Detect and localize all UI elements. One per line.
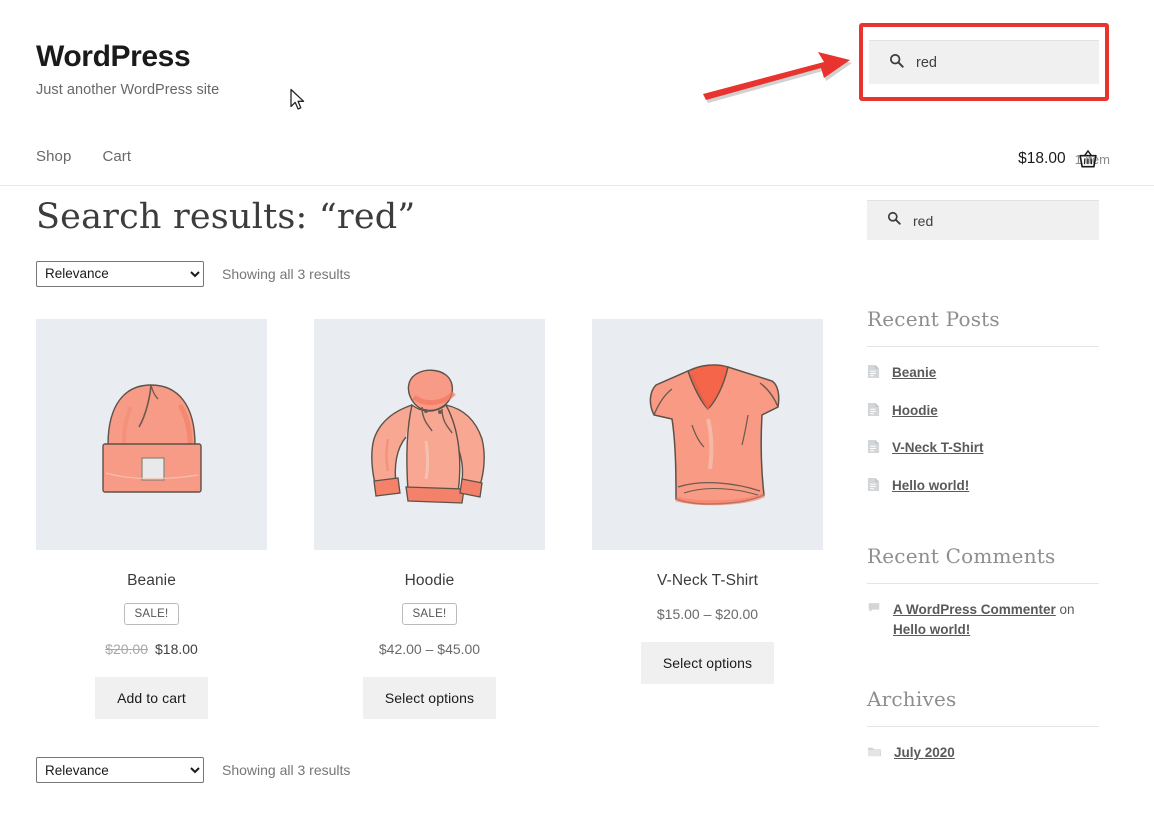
header-divider xyxy=(0,185,1154,186)
document-icon xyxy=(867,364,880,385)
vneck-tshirt-illustration[interactable] xyxy=(592,319,823,550)
recent-post-link[interactable]: V-Neck T-Shirt xyxy=(892,438,984,458)
widget-divider xyxy=(867,726,1099,727)
nav-item-shop[interactable]: Shop xyxy=(36,148,71,165)
cart-total-amount: $18.00 xyxy=(1018,150,1065,168)
list-item[interactable]: V-Neck T-Shirt xyxy=(867,438,1099,460)
sale-badge: SALE! xyxy=(402,603,456,626)
shopping-basket-icon[interactable] xyxy=(1077,148,1099,175)
product-grid: Beanie SALE! $20.00 $18.00 Add to cart xyxy=(36,319,826,720)
list-item[interactable]: Beanie xyxy=(867,363,1099,385)
list-item[interactable]: Hello world! xyxy=(867,476,1099,498)
header-search-widget[interactable]: red xyxy=(858,22,1110,102)
sidebar-search-input[interactable]: red xyxy=(867,200,1099,240)
archives-list: July 2020 xyxy=(867,743,1099,764)
product-price: $42.00 – $45.00 xyxy=(314,641,545,657)
recent-comments-list: A WordPress Commenter on Hello world! xyxy=(867,600,1099,639)
product-card[interactable]: Beanie SALE! $20.00 $18.00 Add to cart xyxy=(36,319,267,720)
comment-connector: on xyxy=(1056,602,1075,617)
sidebar-search-value: red xyxy=(913,213,933,229)
orderby-select-top[interactable]: Relevance xyxy=(36,261,204,287)
page-title: Search results: “red” xyxy=(36,196,826,240)
site-title[interactable]: WordPress xyxy=(36,40,219,73)
header-search-value: red xyxy=(916,55,937,71)
widget-archives: Archives July 2020 xyxy=(867,687,1099,764)
document-icon xyxy=(867,402,880,423)
list-item[interactable]: Hoodie xyxy=(867,401,1099,423)
widget-search[interactable]: red xyxy=(867,200,1099,240)
list-item[interactable]: July 2020 xyxy=(867,743,1099,764)
product-name[interactable]: V-Neck T-Shirt xyxy=(592,572,823,590)
site-branding: WordPress Just another WordPress site xyxy=(36,40,219,98)
widget-divider xyxy=(867,583,1099,584)
beanie-illustration[interactable] xyxy=(36,319,267,550)
product-card[interactable]: Hoodie SALE! $42.00 – $45.00 Select opti… xyxy=(314,319,545,720)
search-icon xyxy=(889,53,904,73)
search-icon xyxy=(887,211,901,230)
hoodie-illustration[interactable] xyxy=(314,319,545,550)
select-options-button[interactable]: Select options xyxy=(363,677,496,719)
product-card[interactable]: V-Neck T-Shirt $15.00 – $20.00 Select op… xyxy=(592,319,823,720)
result-count-bottom: Showing all 3 results xyxy=(222,762,350,778)
folder-icon xyxy=(867,744,882,764)
comment-post-link[interactable]: Hello world! xyxy=(893,622,970,637)
select-options-button[interactable]: Select options xyxy=(641,642,774,684)
document-icon xyxy=(867,477,880,498)
main-content: Search results: “red” Relevance Showing … xyxy=(36,196,826,783)
add-to-cart-button[interactable]: Add to cart xyxy=(95,677,208,719)
document-icon xyxy=(867,439,880,460)
comment-entry: A WordPress Commenter on Hello world! xyxy=(893,600,1099,639)
price-new: $18.00 xyxy=(155,641,198,657)
shop-toolbar-bottom: Relevance Showing all 3 results xyxy=(36,757,826,783)
orderby-select-bottom[interactable]: Relevance xyxy=(36,757,204,783)
sidebar: red Recent Posts Beanie Hoodie xyxy=(867,200,1099,764)
widget-recent-posts: Recent Posts Beanie Hoodie V-Neck T-Shir… xyxy=(867,307,1099,497)
list-item[interactable]: A WordPress Commenter on Hello world! xyxy=(867,600,1099,639)
sale-badge: SALE! xyxy=(124,603,178,626)
site-header: WordPress Just another WordPress site re… xyxy=(0,0,1154,185)
widget-divider xyxy=(867,346,1099,347)
archive-link[interactable]: July 2020 xyxy=(894,743,955,763)
widget-recent-comments: Recent Comments A WordPress Commenter on… xyxy=(867,544,1099,639)
site-description: Just another WordPress site xyxy=(36,82,219,98)
primary-navigation[interactable]: Shop Cart xyxy=(36,148,131,165)
product-price: $20.00 $18.00 xyxy=(36,641,267,657)
widget-title-recent-posts: Recent Posts xyxy=(867,307,1099,331)
widget-title-recent-comments: Recent Comments xyxy=(867,544,1099,568)
recent-post-link[interactable]: Hello world! xyxy=(892,476,969,496)
recent-post-link[interactable]: Beanie xyxy=(892,363,936,383)
nav-item-cart[interactable]: Cart xyxy=(102,148,131,165)
recent-posts-list: Beanie Hoodie V-Neck T-Shirt Hello world… xyxy=(867,363,1099,497)
product-price: $15.00 – $20.00 xyxy=(592,606,823,622)
result-count-top: Showing all 3 results xyxy=(222,266,350,282)
price-old: $20.00 xyxy=(105,641,148,657)
header-search-input[interactable]: red xyxy=(869,40,1099,84)
comment-bubble-icon xyxy=(867,601,881,621)
recent-post-link[interactable]: Hoodie xyxy=(892,401,938,421)
shop-toolbar-top: Relevance Showing all 3 results xyxy=(36,261,826,287)
comment-author-link[interactable]: A WordPress Commenter xyxy=(893,602,1056,617)
product-name[interactable]: Beanie xyxy=(36,572,267,590)
widget-title-archives: Archives xyxy=(867,687,1099,711)
product-name[interactable]: Hoodie xyxy=(314,572,545,590)
